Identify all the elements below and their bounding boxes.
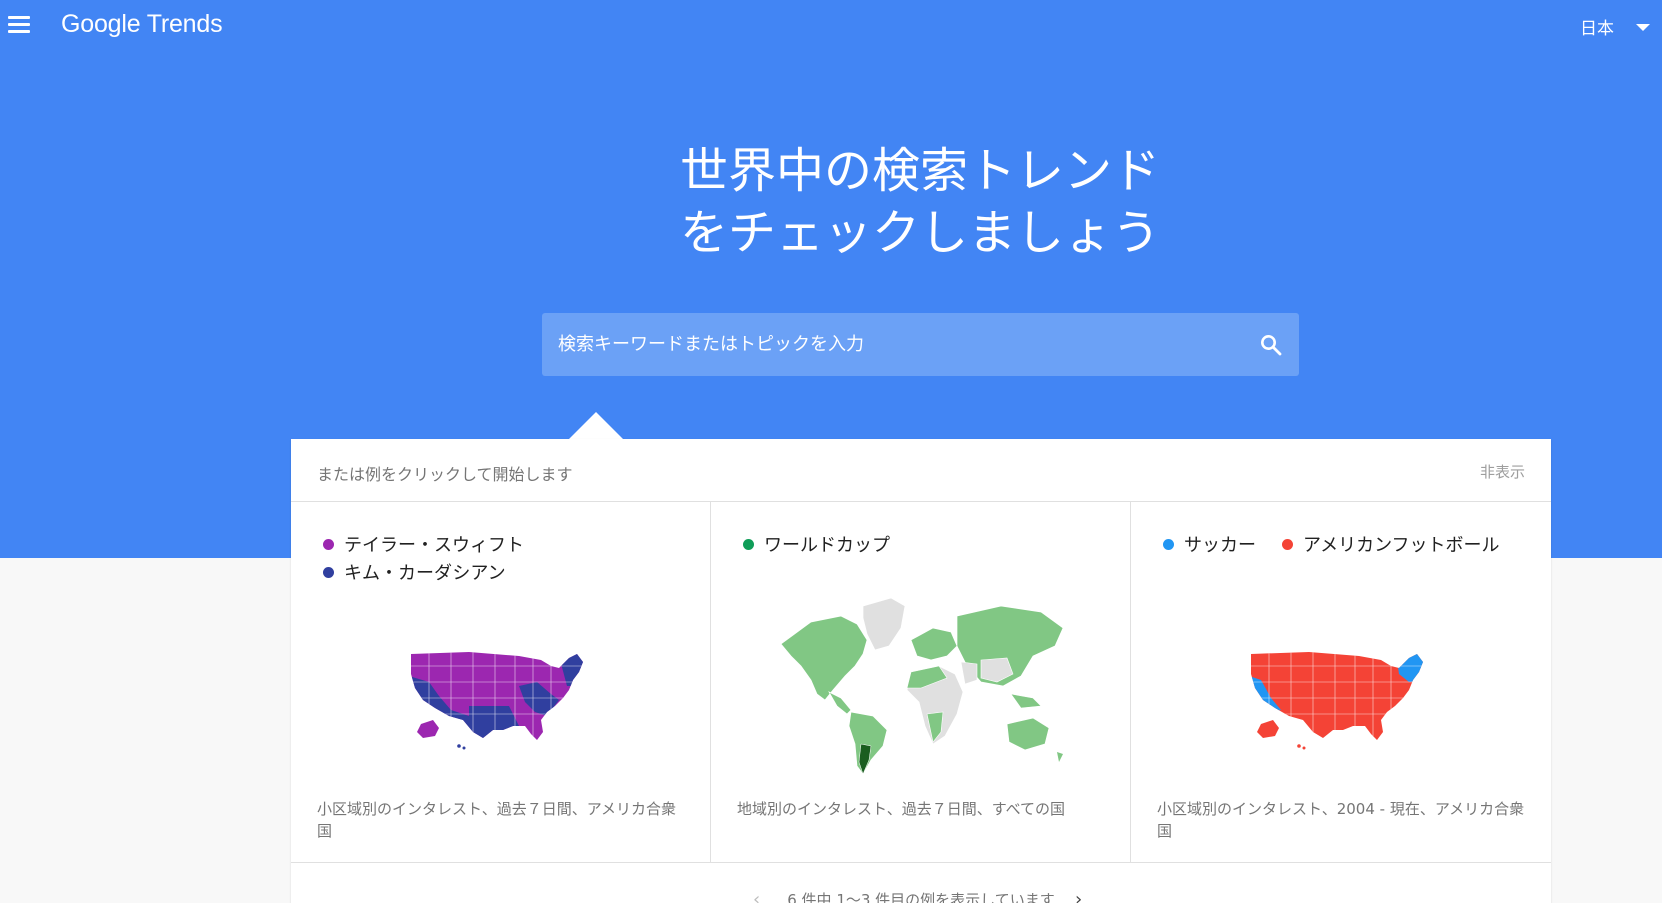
legend-dot-blue — [1163, 538, 1174, 550]
search-input[interactable] — [558, 313, 1238, 376]
examples-pager: ‹ 6 件中 1〜3 件目の例を表示しています › — [291, 863, 1551, 903]
examples-panel: または例をクリックして開始します 非表示 テイラー・スウィフト キム・カーダシア… — [291, 439, 1551, 903]
legend-item: テイラー・スウィフト — [323, 531, 524, 557]
legend-dot-indigo — [323, 566, 334, 578]
search-icon[interactable] — [1259, 333, 1283, 357]
chevron-down-icon[interactable] — [1636, 24, 1650, 31]
example-cards: テイラー・スウィフト キム・カーダシアン 小区域別のインタレスト、過去７日間、ア… — [291, 502, 1551, 863]
pager-status: 6 件中 1〜3 件目の例を表示しています — [787, 891, 1055, 903]
menu-icon[interactable] — [8, 16, 30, 34]
example-caption: 小区域別のインタレスト、過去７日間、アメリカ合衆国 — [317, 800, 676, 840]
example-card-2[interactable]: ワールドカップ 地域別のインタレスト、過去７日間、すべての国 — [711, 502, 1131, 863]
legend-dot-purple — [323, 538, 334, 550]
hero-title-line1: 世界中の検索トレンド — [679, 143, 1160, 199]
language-selector[interactable]: 日本 — [1580, 14, 1614, 39]
example-card-3[interactable]: サッカー アメリカンフットボール 小区域別のインタレスト、2004 - 現在、ア… — [1131, 502, 1551, 863]
legend-label: キム・カーダシアン — [344, 563, 506, 584]
examples-title: または例をクリックして開始します — [317, 465, 573, 484]
hide-examples-button[interactable]: 非表示 — [1480, 461, 1525, 482]
example-card-1[interactable]: テイラー・スウィフト キム・カーダシアン 小区域別のインタレスト、過去７日間、ア… — [291, 502, 711, 863]
legend-label: アメリカンフットボール — [1303, 535, 1500, 556]
legend-dot-green — [743, 538, 754, 550]
hero-title: 世界中の検索トレンド をチェックしましょう — [0, 140, 1662, 264]
legend-label: ワールドカップ — [764, 535, 890, 556]
legend-dot-red — [1282, 538, 1293, 550]
legend-item: キム・カーダシアン — [323, 559, 506, 585]
example-caption: 地域別のインタレスト、過去７日間、すべての国 — [737, 800, 1066, 818]
legend-item: サッカー アメリカンフットボール — [1163, 531, 1500, 557]
google-trends-logo[interactable]: Google Trends — [61, 10, 223, 39]
legend-label: テイラー・スウィフト — [344, 535, 524, 556]
panel-pointer — [569, 412, 623, 439]
search-box — [542, 313, 1299, 376]
chevron-right-icon[interactable]: › — [1075, 889, 1082, 903]
us-map — [411, 652, 583, 750]
legend-item: ワールドカップ — [743, 531, 890, 557]
hero-title-line2: をチェックしましょう — [679, 205, 1160, 261]
world-map — [780, 597, 1064, 775]
us-map — [1251, 652, 1423, 750]
example-caption: 小区域別のインタレスト、2004 - 現在、アメリカ合衆国 — [1157, 800, 1525, 840]
examples-header: または例をクリックして開始します 非表示 — [291, 439, 1551, 502]
legend-label: サッカー — [1184, 535, 1256, 556]
